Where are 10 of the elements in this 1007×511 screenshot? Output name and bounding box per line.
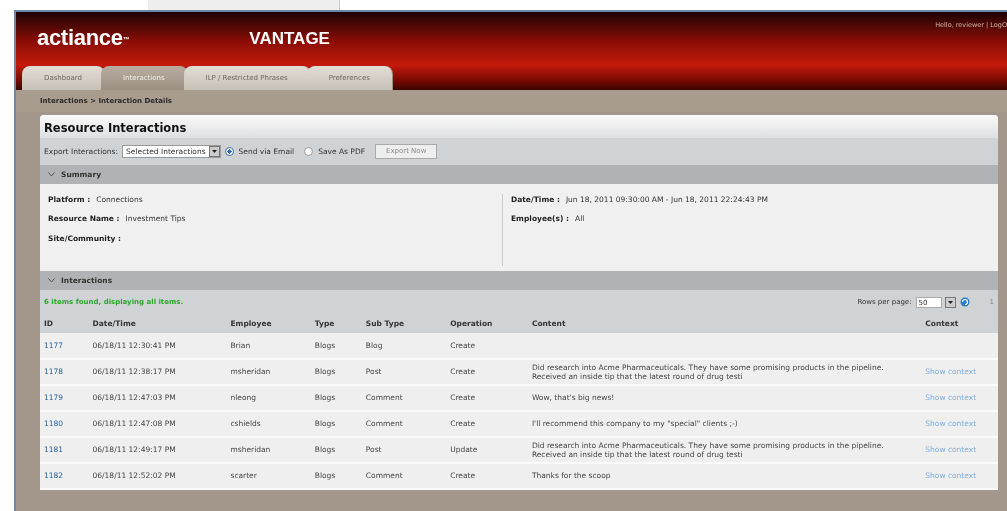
product-name: VANTAGE	[249, 28, 330, 50]
radio-button[interactable]	[304, 147, 314, 157]
chevron-icon	[48, 172, 55, 178]
logo: actiance	[37, 25, 123, 50]
panel-title: Resource Interactions	[44, 121, 187, 135]
refresh-icon[interactable]	[959, 297, 970, 308]
radio-button[interactable]	[224, 147, 234, 157]
caret-icon	[947, 301, 953, 304]
caret-icon	[211, 150, 217, 154]
chevron-icon	[48, 277, 55, 283]
